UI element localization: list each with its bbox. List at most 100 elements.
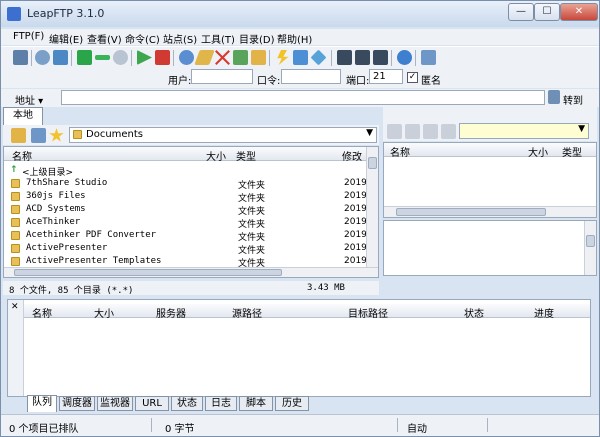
status-bar: 0 个项目已排队 0 字节 自动 xyxy=(1,414,599,436)
item-date: 2019 xyxy=(344,243,367,253)
item-name: ActivePresenter Templates xyxy=(26,256,162,266)
queue-column-source-path[interactable]: 源路径 xyxy=(232,305,262,320)
item-type: 文件夹 xyxy=(238,220,266,230)
queue-panel: ✕ 名称 大小 服务器 源路径 目标路径 状态 进度 xyxy=(7,299,591,397)
tab-scheduler[interactable]: 调度器 xyxy=(59,396,95,411)
queue-column-size[interactable]: 大小 xyxy=(94,305,114,320)
remote-horizontal-scrollbar[interactable] xyxy=(384,206,596,217)
refresh-icon[interactable] xyxy=(31,128,46,143)
properties-icon[interactable] xyxy=(233,50,248,65)
transfer-icon[interactable] xyxy=(293,50,308,65)
tab-history[interactable]: 历史 xyxy=(275,396,309,411)
clock-icon[interactable] xyxy=(113,50,128,65)
user-field[interactable] xyxy=(191,69,253,84)
queue-column-progress[interactable]: 进度 xyxy=(534,305,554,320)
scrollbar-thumb[interactable] xyxy=(586,235,595,247)
column-modified[interactable]: 修改 xyxy=(342,148,362,163)
minimize-button[interactable]: — xyxy=(508,3,534,21)
tab-url[interactable]: URL xyxy=(135,396,169,411)
list-item[interactable]: 360js Files 文件夹 2019 xyxy=(10,191,367,204)
item-date: 2019 xyxy=(344,191,367,201)
queue-column-name[interactable]: 名称 xyxy=(32,305,52,320)
local-vertical-scrollbar[interactable] xyxy=(366,147,378,267)
maximize-button[interactable]: ☐ xyxy=(534,3,560,21)
close-icon[interactable]: ✕ xyxy=(11,302,19,312)
menu-help[interactable]: 帮助(H) xyxy=(277,31,312,46)
settings-icon[interactable] xyxy=(35,50,50,65)
column-size[interactable]: 大小 xyxy=(528,144,548,159)
column-type[interactable]: 类型 xyxy=(236,148,256,163)
menu-command[interactable]: 命令(C) xyxy=(125,31,160,46)
play-icon[interactable] xyxy=(137,50,152,65)
site-manager-icon[interactable] xyxy=(13,50,28,65)
tab-local[interactable]: 本地 xyxy=(3,107,43,125)
add-icon[interactable] xyxy=(77,50,92,65)
column-name[interactable]: 名称 xyxy=(12,148,32,163)
item-type: 文件夹 xyxy=(238,246,266,256)
list-item[interactable]: AceThinker 文件夹 2019 xyxy=(10,217,367,230)
password-label: 口令: xyxy=(257,76,281,87)
queue-column-target-path[interactable]: 目标路径 xyxy=(348,305,388,320)
anonymous-checkbox[interactable]: ✓ xyxy=(407,72,418,83)
list-item[interactable]: Acethinker PDF Converter 文件夹 2019 xyxy=(10,230,367,243)
scrollbar-thumb[interactable] xyxy=(14,269,282,276)
find-next-icon[interactable] xyxy=(355,50,370,65)
folder-up-icon[interactable] xyxy=(11,128,26,143)
tab-log[interactable]: 日志 xyxy=(205,396,237,411)
globe-icon[interactable] xyxy=(397,50,412,65)
menu-edit[interactable]: 编辑(E) xyxy=(49,31,83,46)
window-icon[interactable] xyxy=(53,50,68,65)
column-name[interactable]: 名称 xyxy=(390,144,410,159)
folder-up-icon[interactable] xyxy=(405,124,420,139)
list-item[interactable]: ACD Systems 文件夹 2019 xyxy=(10,204,367,217)
queue-column-server[interactable]: 服务器 xyxy=(156,305,186,320)
remote-path-dropdown[interactable]: ▼ xyxy=(459,123,589,139)
scrollbar-thumb[interactable] xyxy=(396,208,546,216)
queue-column-status[interactable]: 状态 xyxy=(464,305,484,320)
list-item[interactable]: 7thShare Studio 文件夹 2019 xyxy=(10,178,367,191)
tab-monitor[interactable]: 监视器 xyxy=(97,396,133,411)
remove-icon[interactable] xyxy=(95,55,110,60)
tab-queue[interactable]: 队列 xyxy=(27,395,57,412)
menu-view[interactable]: 查看(V) xyxy=(87,31,122,46)
tab-status[interactable]: 状态 xyxy=(171,396,203,411)
star-icon[interactable] xyxy=(49,128,64,142)
binoculars-icon[interactable] xyxy=(337,50,352,65)
rename-icon[interactable] xyxy=(194,50,215,65)
menu-tools[interactable]: 工具(T) xyxy=(201,31,235,46)
refresh-icon[interactable] xyxy=(423,124,438,139)
tab-script[interactable]: 脚本 xyxy=(239,396,273,411)
local-size-text: 3.43 MB xyxy=(307,283,345,293)
menu-site[interactable]: 站点(S) xyxy=(163,31,197,46)
disconnect-icon[interactable] xyxy=(387,124,402,139)
connect-icon[interactable] xyxy=(421,50,436,65)
stop-icon[interactable] xyxy=(155,50,170,65)
address-input[interactable] xyxy=(61,90,545,105)
search-icon[interactable] xyxy=(179,50,194,65)
star-icon[interactable] xyxy=(441,124,456,139)
go-label[interactable]: 转到 xyxy=(563,92,583,107)
local-path-dropdown[interactable]: Documents ▼ xyxy=(69,127,377,143)
close-button[interactable]: ✕ xyxy=(560,3,598,21)
port-field[interactable]: 21 xyxy=(369,69,403,84)
delete-icon[interactable] xyxy=(215,50,230,65)
quick-connect-icon[interactable] xyxy=(277,50,289,65)
scrollbar-thumb[interactable] xyxy=(368,157,377,169)
item-name: ACD Systems xyxy=(26,204,86,214)
menu-directory[interactable]: 目录(D) xyxy=(239,31,275,46)
login-bar: 用户: 口令: 端口: 21 ✓ 匿名 xyxy=(1,68,599,88)
diamond-icon[interactable] xyxy=(310,49,327,66)
list-item[interactable]: ActivePresenter 文件夹 2019 xyxy=(10,243,367,256)
column-type[interactable]: 类型 xyxy=(562,144,582,159)
password-field[interactable] xyxy=(281,69,341,84)
log-vertical-scrollbar[interactable] xyxy=(584,221,596,275)
column-size[interactable]: 大小 xyxy=(206,148,226,163)
local-horizontal-scrollbar[interactable] xyxy=(4,267,378,277)
address-label[interactable]: 地址 ▾ xyxy=(15,92,43,107)
remote-file-list: 名称 大小 类型 xyxy=(383,142,597,218)
menu-ftp[interactable]: FTP(F) xyxy=(13,31,44,42)
go-icon[interactable] xyxy=(548,90,560,104)
list-item[interactable]: ↑ <上级目录> xyxy=(10,165,366,178)
new-folder-icon[interactable] xyxy=(251,50,266,65)
find-previous-icon[interactable] xyxy=(373,50,388,65)
